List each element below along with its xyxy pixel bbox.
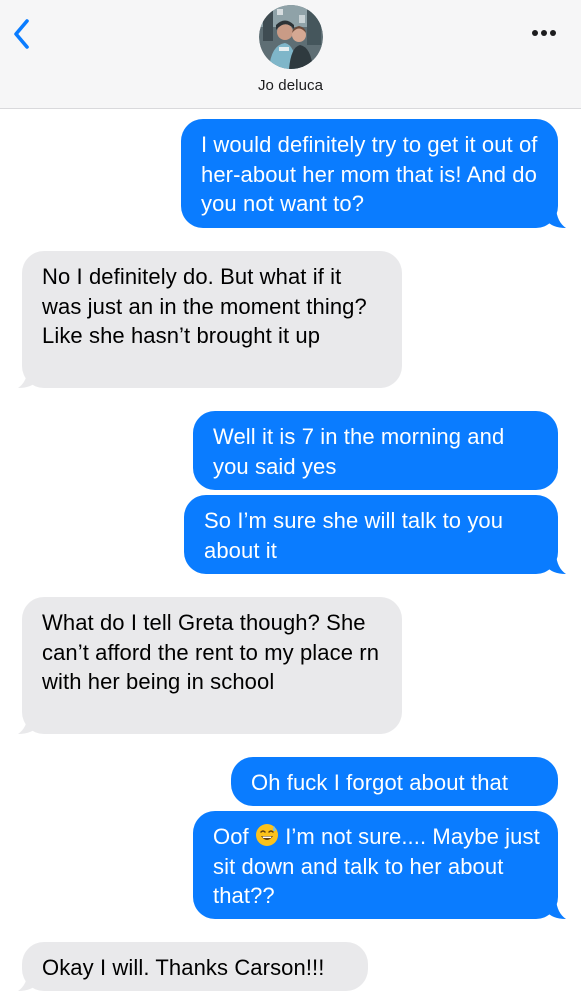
message-list: I would definitely try to get it out of … — [0, 109, 581, 1000]
ellipsis-icon — [532, 30, 556, 36]
message-text: Oh fuck I forgot about that — [251, 770, 509, 795]
sent-message-bubble[interactable]: So I’m sure she will talk to you about i… — [184, 495, 558, 574]
message-text: Well it is 7 in the morning and you said… — [213, 424, 505, 479]
contact-name[interactable]: Jo deluca — [0, 77, 581, 94]
chevron-left-icon — [14, 19, 29, 49]
message-text: So I’m sure she will talk to you about i… — [204, 508, 504, 563]
more-options-button[interactable] — [527, 22, 561, 44]
received-bubble-tail — [18, 368, 38, 388]
contact-avatar[interactable] — [259, 5, 323, 69]
message-text: What do I tell Greta though? She can’t a… — [42, 610, 380, 694]
message-text-before-emoji: Oof — [213, 824, 255, 849]
sent-bubble-tail — [546, 899, 566, 919]
received-message-bubble[interactable]: No I definitely do. But what if it was j… — [22, 251, 402, 388]
grinning-sweat-emoji — [255, 824, 278, 846]
sent-message-bubble[interactable]: Well it is 7 in the morning and you said… — [193, 411, 558, 490]
sent-bubble-tail — [546, 208, 566, 228]
received-bubble-tail — [18, 714, 38, 734]
message-text: No I definitely do. But what if it was j… — [42, 264, 367, 348]
message-text: I would definitely try to get it out of … — [201, 132, 538, 216]
back-button[interactable] — [8, 14, 38, 54]
messages-screen: Jo deluca I would definitely try to get … — [0, 0, 581, 1000]
sent-message-bubble[interactable]: Oh fuck I forgot about that — [231, 757, 558, 806]
conversation-header: Jo deluca — [0, 0, 581, 109]
received-bubble-tail — [18, 971, 38, 991]
sent-message-bubble[interactable]: Oof I’m not sure.... Maybe just sit down… — [193, 811, 558, 919]
received-message-bubble[interactable]: What do I tell Greta though? She can’t a… — [22, 597, 402, 734]
sent-message-bubble[interactable]: I would definitely try to get it out of … — [181, 119, 558, 228]
received-message-bubble[interactable]: Okay I will. Thanks Carson!!! — [22, 942, 368, 991]
sent-bubble-tail — [546, 554, 566, 574]
message-text: Okay I will. Thanks Carson!!! — [42, 955, 325, 980]
avatar-photo — [259, 5, 323, 69]
